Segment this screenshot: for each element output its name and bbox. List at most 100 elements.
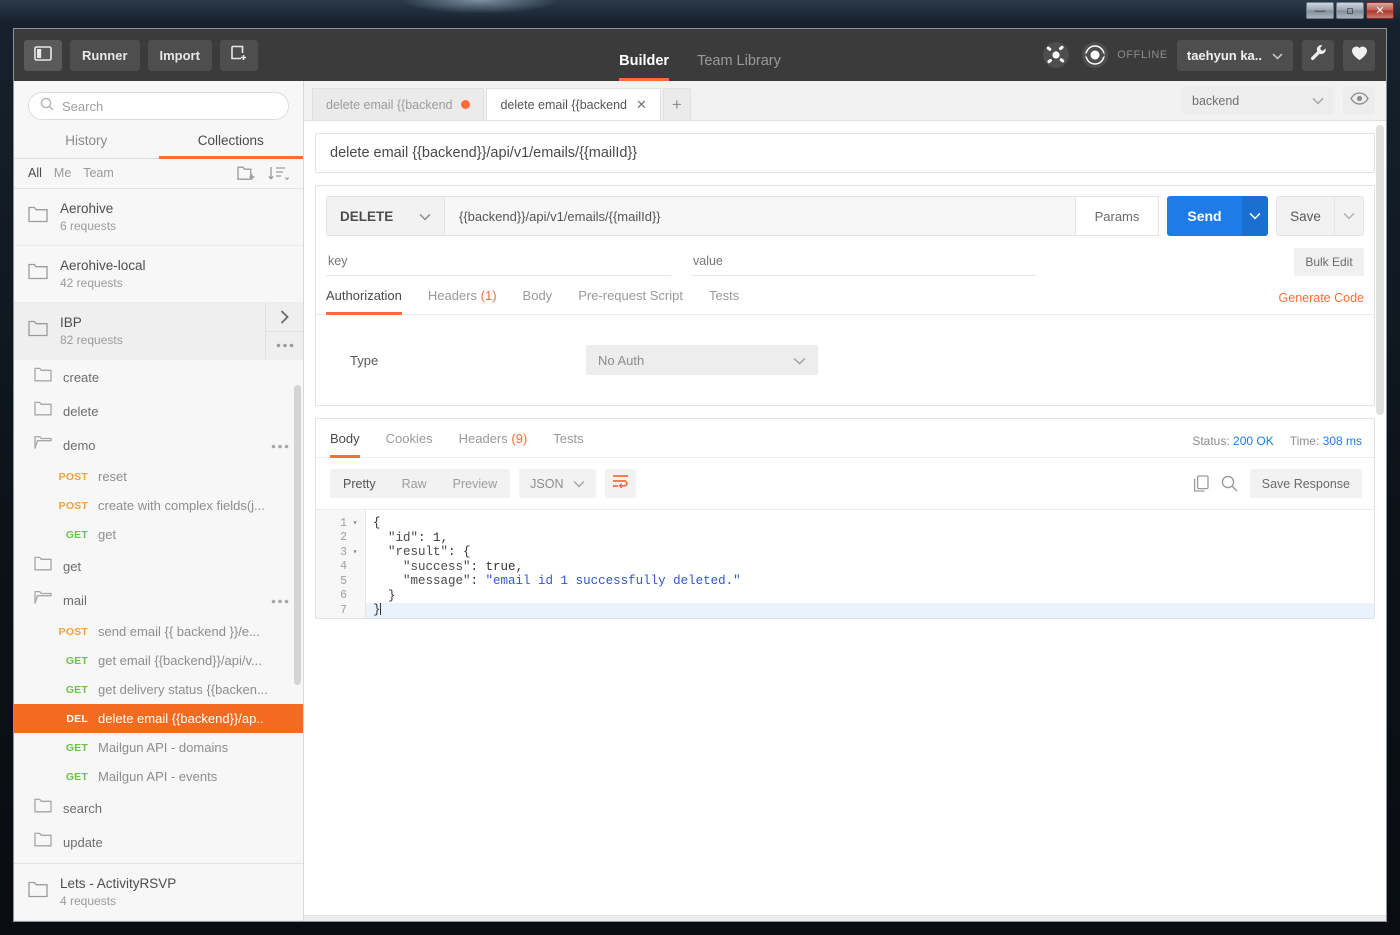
new-window-icon — [230, 45, 248, 65]
folder-row-demo[interactable]: demo — [14, 428, 303, 462]
response-body-editor[interactable]: 1 ▾ 2 3 ▾ 4 5 6 7 { "id": 1, "result": { "succes… — [316, 509, 1374, 618]
tab-team-library[interactable]: Team Library — [697, 53, 781, 81]
request-row[interactable]: GET Mailgun API - events — [14, 762, 303, 791]
send-button[interactable]: Send — [1167, 196, 1242, 236]
collection-more-button[interactable] — [266, 330, 303, 360]
collection-row[interactable]: Lets - ActivityRSVP 4 requests — [14, 864, 303, 921]
tab-authorization[interactable]: Authorization — [326, 288, 402, 315]
save-options-button[interactable] — [1334, 196, 1364, 236]
sidebar-scrollbar-thumb[interactable] — [294, 385, 301, 685]
request-method: GET — [65, 770, 88, 783]
add-tab-button[interactable]: + — [662, 88, 691, 120]
chevron-down-icon — [1312, 94, 1324, 108]
sync-node-icon[interactable] — [1041, 40, 1071, 70]
folder-row-search[interactable]: search — [14, 791, 303, 825]
main-scrollbar-thumb[interactable] — [1376, 125, 1384, 415]
search-box[interactable] — [28, 92, 289, 120]
search-input[interactable] — [62, 98, 277, 114]
tab-pre-request-script[interactable]: Pre-request Script — [578, 288, 683, 315]
tab-tests[interactable]: Tests — [709, 288, 739, 315]
params-button[interactable]: Params — [1075, 196, 1159, 236]
send-options-button[interactable] — [1242, 196, 1268, 236]
folder-row-get[interactable]: get — [14, 549, 303, 583]
param-key-input[interactable] — [326, 250, 671, 276]
import-button[interactable]: Import — [147, 39, 212, 71]
folder-row-delete[interactable]: delete — [14, 394, 303, 428]
search-icon[interactable] — [1221, 475, 1238, 492]
tab-headers[interactable]: Headers (1) — [428, 288, 497, 315]
request-row[interactable]: POST create with complex fields(j... — [14, 491, 303, 520]
request-row[interactable]: POST send email {{ backend }}/e... — [14, 617, 303, 646]
runner-button[interactable]: Runner — [70, 39, 140, 71]
close-button[interactable]: ✕ — [1366, 2, 1394, 19]
response-tab-body[interactable]: Body — [330, 431, 360, 458]
bulk-edit-button[interactable]: Bulk Edit — [1294, 248, 1364, 276]
sidebar-tab-collections[interactable]: Collections — [158, 126, 303, 159]
word-wrap-button[interactable] — [605, 469, 637, 498]
save-button[interactable]: Save — [1276, 196, 1334, 236]
collection-row[interactable]: Aerohive 6 requests — [14, 189, 303, 246]
environment-select[interactable]: backend — [1182, 87, 1334, 115]
environment-area: backend — [1182, 87, 1386, 120]
filter-team[interactable]: Team — [83, 166, 114, 180]
view-mode-raw[interactable]: Raw — [389, 469, 440, 498]
request-row-selected[interactable]: DEL delete email {{backend}}/ap.. — [14, 704, 303, 733]
collection-row[interactable]: Aerohive-local 42 requests — [14, 246, 303, 303]
new-window-button[interactable] — [219, 39, 258, 71]
view-mode-pretty[interactable]: Pretty — [330, 469, 389, 498]
fold-toggle-icon[interactable]: ▾ — [351, 518, 359, 528]
response-tab-headers[interactable]: Headers (9) — [459, 431, 528, 458]
maximize-button[interactable]: ▫ — [1336, 2, 1364, 19]
collection-expand-button[interactable] — [266, 303, 303, 331]
request-row[interactable]: GET Mailgun API - domains — [14, 733, 303, 762]
request-tab[interactable]: delete email {{backend — [312, 88, 485, 120]
url-input[interactable] — [444, 196, 1075, 236]
response-tab-cookies[interactable]: Cookies — [386, 431, 433, 458]
collection-actions — [265, 303, 303, 359]
close-icon[interactable]: ✕ — [636, 98, 647, 111]
user-menu-button[interactable]: taehyun ka.. — [1176, 39, 1293, 71]
new-collection-icon[interactable] — [237, 165, 256, 181]
response-tab-tests[interactable]: Tests — [553, 431, 583, 458]
view-mode-preview[interactable]: Preview — [440, 469, 510, 498]
save-response-button[interactable]: Save Response — [1249, 469, 1362, 498]
folder-row-mail[interactable]: mail — [14, 583, 303, 617]
tab-body[interactable]: Body — [523, 288, 553, 315]
request-title[interactable]: delete email {{backend}}/api/v1/emails/{… — [315, 133, 1375, 173]
minimize-button[interactable]: — — [1306, 2, 1334, 19]
filter-all[interactable]: All — [28, 166, 42, 180]
request-row[interactable]: GET get — [14, 520, 303, 549]
settings-wrench-button[interactable] — [1302, 39, 1334, 71]
collection-row-ibp[interactable]: IBP 82 requests — [14, 303, 303, 360]
response-toolbar: Pretty Raw Preview JSON Save Response — [316, 458, 1374, 509]
fold-toggle-icon[interactable]: ▾ — [351, 547, 359, 557]
sidebar-toggle-button[interactable] — [24, 39, 62, 71]
param-value-input[interactable] — [691, 250, 1036, 276]
connection-status-icon[interactable] — [1080, 40, 1110, 70]
folder-more-button[interactable] — [271, 591, 289, 609]
auth-type-select[interactable]: No Auth — [586, 345, 818, 375]
response-body-code[interactable]: { "id": 1, "result": { "success": true, … — [366, 510, 1374, 618]
copy-icon[interactable] — [1193, 475, 1209, 492]
request-row[interactable]: GET get email {{backend}}/api/v... — [14, 646, 303, 675]
favorites-button[interactable] — [1343, 39, 1375, 71]
folder-more-button[interactable] — [271, 436, 289, 454]
method-select[interactable]: DELETE — [326, 196, 444, 236]
folder-row-create[interactable]: create — [14, 360, 303, 394]
folder-row-update[interactable]: update — [14, 825, 303, 859]
filter-me[interactable]: Me — [54, 166, 71, 180]
request-row[interactable]: POST reset — [14, 462, 303, 491]
request-builder-card: DELETE Params Send — [315, 185, 1375, 406]
tab-builder[interactable]: Builder — [619, 53, 670, 81]
collections-list[interactable]: Aerohive 6 requests Aerohive-local 42 re… — [14, 189, 303, 921]
heart-icon — [1351, 45, 1368, 66]
sort-icon[interactable] — [268, 166, 289, 181]
sidebar-tab-history[interactable]: History — [14, 126, 159, 159]
main-scrollbar[interactable] — [1376, 125, 1384, 911]
request-row[interactable]: GET get delivery status {{backen... — [14, 675, 303, 704]
sidebar-scrollbar[interactable] — [294, 385, 301, 921]
environment-quicklook-button[interactable] — [1343, 87, 1375, 115]
response-format-select[interactable]: JSON — [519, 469, 597, 498]
generate-code-link[interactable]: Generate Code — [1279, 291, 1364, 314]
request-tab-active[interactable]: delete email {{backend ✕ — [486, 88, 661, 120]
